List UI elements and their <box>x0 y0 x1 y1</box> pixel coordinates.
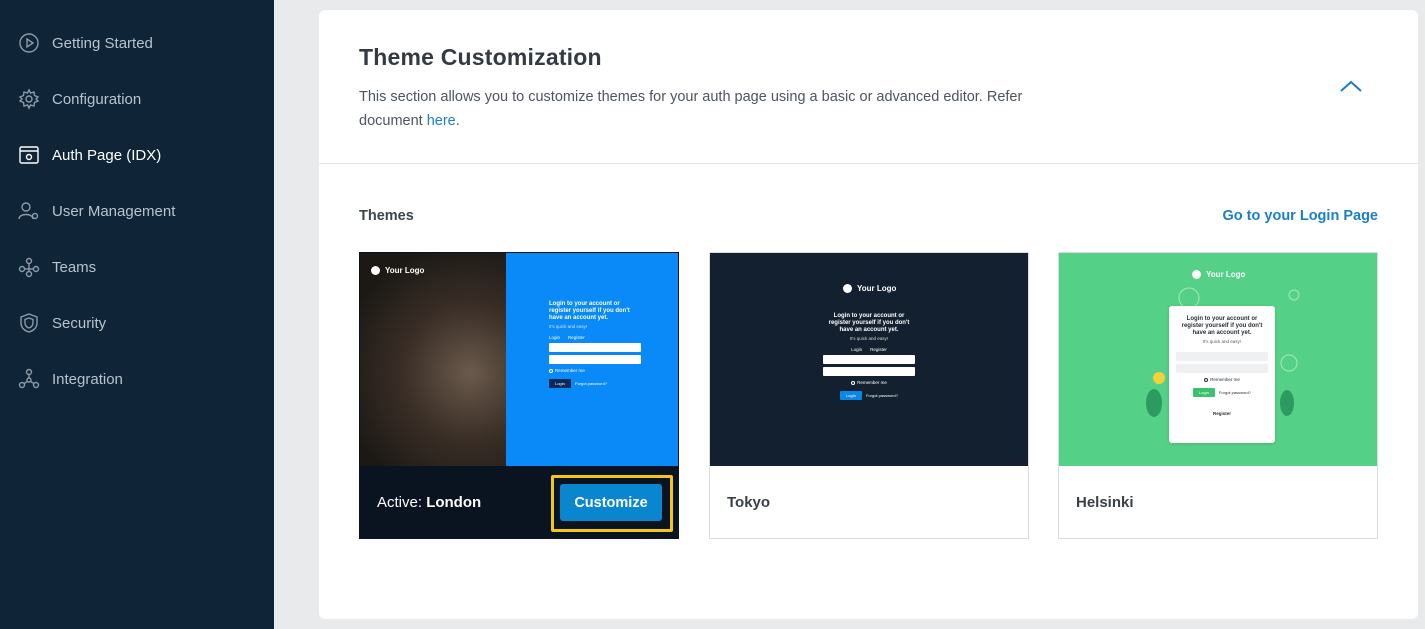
sidebar-item-label: Getting Started <box>52 34 153 52</box>
theme-preview-helsinki: Your Logo Login to your account or regis… <box>1059 253 1377 466</box>
customize-highlight: Customize <box>551 475 673 532</box>
page-title: Theme Customization <box>359 44 602 70</box>
sidebar-item-auth-page[interactable]: Auth Page (IDX) <box>18 140 161 170</box>
sidebar-item-configuration[interactable]: Configuration <box>18 84 141 114</box>
theme-card-london[interactable]: Your Logo Login to your account or regis… <box>359 252 679 539</box>
preview-logo: Your Logo <box>371 266 424 275</box>
shield-icon <box>18 312 40 334</box>
theme-name: Helsinki <box>1076 493 1134 511</box>
theme-card-helsinki[interactable]: Your Logo Login to your account or regis… <box>1058 252 1378 539</box>
theme-name: London <box>426 493 482 511</box>
sidebar-item-integration[interactable]: Integration <box>18 364 123 394</box>
sidebar-item-teams[interactable]: Teams <box>18 252 96 282</box>
handshake-photo <box>360 253 506 466</box>
theme-card-tokyo[interactable]: Your Logo Login to your account or regis… <box>709 252 1029 539</box>
sidebar-item-label: Configuration <box>52 90 142 108</box>
preview-login-form: Login to your account or register yourse… <box>823 313 915 400</box>
preview-logo: Your Logo <box>843 284 896 293</box>
go-to-login-page-link[interactable]: Go to your Login Page <box>1223 208 1378 224</box>
gear-icon <box>18 88 40 110</box>
sidebar-item-getting-started[interactable]: Getting Started <box>18 28 153 58</box>
team-icon <box>18 256 40 278</box>
collapse-button[interactable] <box>1337 76 1365 96</box>
sidebar-item-label: Integration <box>52 370 123 388</box>
sidebar: Getting Started Configuration Auth Page … <box>0 0 274 629</box>
sidebar-item-label: Teams <box>52 258 97 276</box>
sidebar-item-user-management[interactable]: User Management <box>18 196 175 226</box>
theme-customization-card: Theme Customization This section allows … <box>319 10 1418 619</box>
theme-name: Tokyo <box>727 493 771 511</box>
preview-logo: Your Logo <box>1192 270 1245 279</box>
sidebar-item-label: Security <box>52 314 107 332</box>
sidebar-item-label: Auth Page (IDX) <box>52 146 162 164</box>
chevron-up-icon <box>1340 80 1362 92</box>
section-header: Theme Customization This section allows … <box>319 10 1418 164</box>
play-circle-icon <box>18 32 40 54</box>
theme-preview-london: Your Logo Login to your account or regis… <box>360 253 678 466</box>
sidebar-item-security[interactable]: Security <box>18 308 106 338</box>
user-gear-icon <box>18 200 40 222</box>
section-description: This section allows you to customize the… <box>359 89 1023 129</box>
network-icon <box>18 368 40 390</box>
preview-login-card: Login to your account or register yourse… <box>1169 306 1275 443</box>
customize-button[interactable]: Customize <box>560 484 662 521</box>
themes-heading: Themes <box>359 208 414 224</box>
docs-link[interactable]: here <box>427 113 456 129</box>
browser-gear-icon <box>18 144 40 166</box>
preview-login-form: Login to your account or register yourse… <box>549 301 641 388</box>
theme-preview-tokyo: Your Logo Login to your account or regis… <box>710 253 1028 466</box>
sidebar-item-label: User Management <box>52 202 176 220</box>
